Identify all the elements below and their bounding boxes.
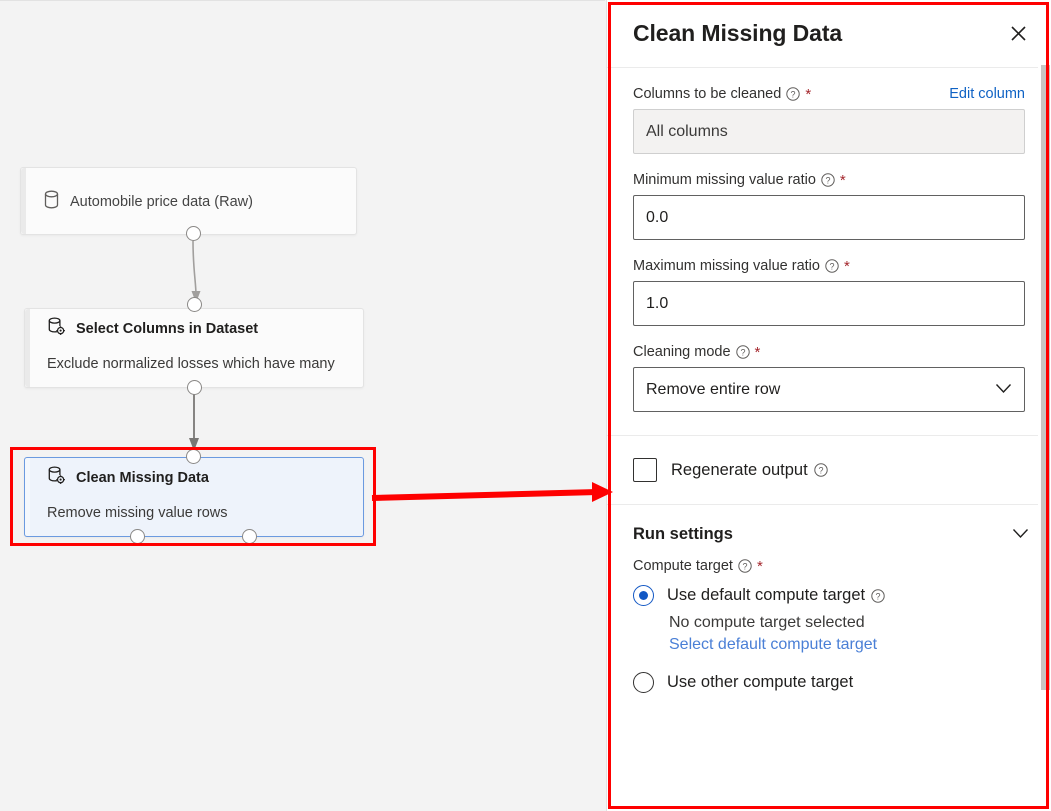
regenerate-output-label-text: Regenerate output (671, 460, 808, 479)
svg-text:?: ? (742, 561, 747, 571)
edit-column-link[interactable]: Edit column (949, 86, 1025, 109)
svg-text:?: ? (829, 261, 834, 271)
chevron-down-icon[interactable] (1012, 526, 1029, 544)
pipeline-canvas[interactable]: Automobile price data (Raw) Select Colum… (0, 0, 605, 811)
field-label: Cleaning mode ? * (633, 326, 1025, 367)
field-label: Columns to be cleaned ? * (633, 68, 811, 109)
cleaning-mode-select[interactable]: Remove entire row (633, 367, 1025, 412)
node-accent-bar (21, 168, 26, 234)
help-icon[interactable]: ? (821, 173, 835, 187)
node-accent-bar (25, 309, 30, 387)
field-label-text: Minimum missing value ratio (633, 172, 816, 188)
node-title: Select Columns in Dataset (76, 321, 259, 337)
radio-label: Use default compute target ? (667, 586, 885, 605)
compute-target-label-text: Compute target (633, 558, 733, 574)
radio-button[interactable] (633, 672, 654, 693)
run-settings-header[interactable]: Run settings (607, 505, 1051, 554)
canvas-node-select-columns-in-dataset[interactable]: Select Columns in Dataset Exclude normal… (24, 308, 364, 388)
node-title: Automobile price data (Raw) (70, 193, 253, 210)
field-maximum-missing-value-ratio: Maximum missing value ratio ? * 1.0 (607, 240, 1051, 326)
svg-text:?: ? (876, 591, 881, 601)
help-icon[interactable]: ? (735, 345, 750, 359)
help-icon[interactable]: ? (825, 259, 839, 273)
database-icon (43, 190, 60, 214)
maximum-missing-value-ratio-input[interactable]: 1.0 (633, 281, 1025, 326)
svg-text:?: ? (740, 347, 745, 357)
canvas-node-automobile-price-data-raw[interactable]: Automobile price data (Raw) (20, 167, 357, 235)
help-icon[interactable]: ? (814, 463, 828, 477)
pointer-arrow-annotation (371, 482, 613, 502)
radio-use-other-compute-target[interactable]: Use other compute target (607, 654, 1051, 693)
svg-text:?: ? (791, 89, 796, 99)
database-gear-icon (47, 317, 66, 341)
regenerate-output-checkbox[interactable] (633, 458, 657, 482)
select-default-compute-target-link[interactable]: Select default compute target (607, 632, 1051, 654)
required-marker: * (805, 85, 812, 103)
panel-header: Clean Missing Data (607, 0, 1051, 68)
regenerate-output-row[interactable]: Regenerate output ? (607, 436, 1051, 504)
field-columns-to-be-cleaned: Columns to be cleaned ? * Edit column Al… (607, 68, 1051, 154)
radio-label-text: Use other compute target (667, 673, 854, 691)
compute-target-label: Compute target ? * (607, 554, 1051, 578)
field-minimum-missing-value-ratio: Minimum missing value ratio ? * 0.0 (607, 154, 1051, 240)
cleaning-mode-value: Remove entire row (646, 380, 781, 398)
module-properties-panel: Clean Missing Data Columns to be cleaned… (606, 0, 1051, 811)
field-label-text: Maximum missing value ratio (633, 258, 820, 274)
field-label-text: Columns to be cleaned (633, 86, 782, 102)
panel-scrollbar-track[interactable] (1038, 0, 1051, 811)
run-settings-title: Run settings (633, 525, 733, 543)
help-icon[interactable]: ? (738, 559, 752, 573)
edge-dataset-to-select (192, 240, 197, 296)
close-icon[interactable] (1003, 19, 1033, 49)
panel-scrollbar-thumb[interactable] (1041, 65, 1050, 690)
field-label-text: Cleaning mode (633, 344, 731, 360)
radio-label: Use other compute target (667, 673, 853, 692)
radio-button[interactable] (633, 585, 654, 606)
field-label: Minimum missing value ratio ? * (633, 154, 1025, 195)
node-port-input[interactable] (187, 297, 202, 312)
help-icon[interactable]: ? (786, 87, 801, 101)
svg-text:?: ? (825, 175, 830, 185)
connector-layer (189, 240, 201, 451)
columns-to-be-cleaned-value[interactable]: All columns (633, 109, 1025, 154)
regenerate-output-label: Regenerate output ? (671, 461, 828, 480)
radio-label-text: Use default compute target (667, 586, 866, 604)
no-compute-target-selected-text: No compute target selected (669, 614, 865, 631)
panel-body: Columns to be cleaned ? * Edit column Al… (607, 68, 1051, 693)
required-marker: * (839, 171, 846, 189)
required-marker: * (843, 257, 850, 275)
field-label: Maximum missing value ratio ? * (633, 240, 1025, 281)
required-marker: * (756, 557, 763, 575)
node-port-output[interactable] (187, 380, 202, 395)
page-title: Clean Missing Data (633, 20, 843, 46)
node-subtitle: Exclude normalized losses which have man… (47, 356, 335, 372)
selection-highlight-annotation (10, 447, 376, 546)
field-cleaning-mode: Cleaning mode ? * Remove entire row (607, 326, 1051, 412)
help-icon[interactable]: ? (871, 588, 885, 603)
chevron-down-icon (995, 381, 1012, 399)
required-marker: * (754, 343, 761, 361)
radio-use-default-compute-target[interactable]: Use default compute target ? (607, 578, 1051, 606)
minimum-missing-value-ratio-input[interactable]: 0.0 (633, 195, 1025, 240)
svg-text:?: ? (818, 465, 823, 475)
node-port-output[interactable] (186, 226, 201, 241)
